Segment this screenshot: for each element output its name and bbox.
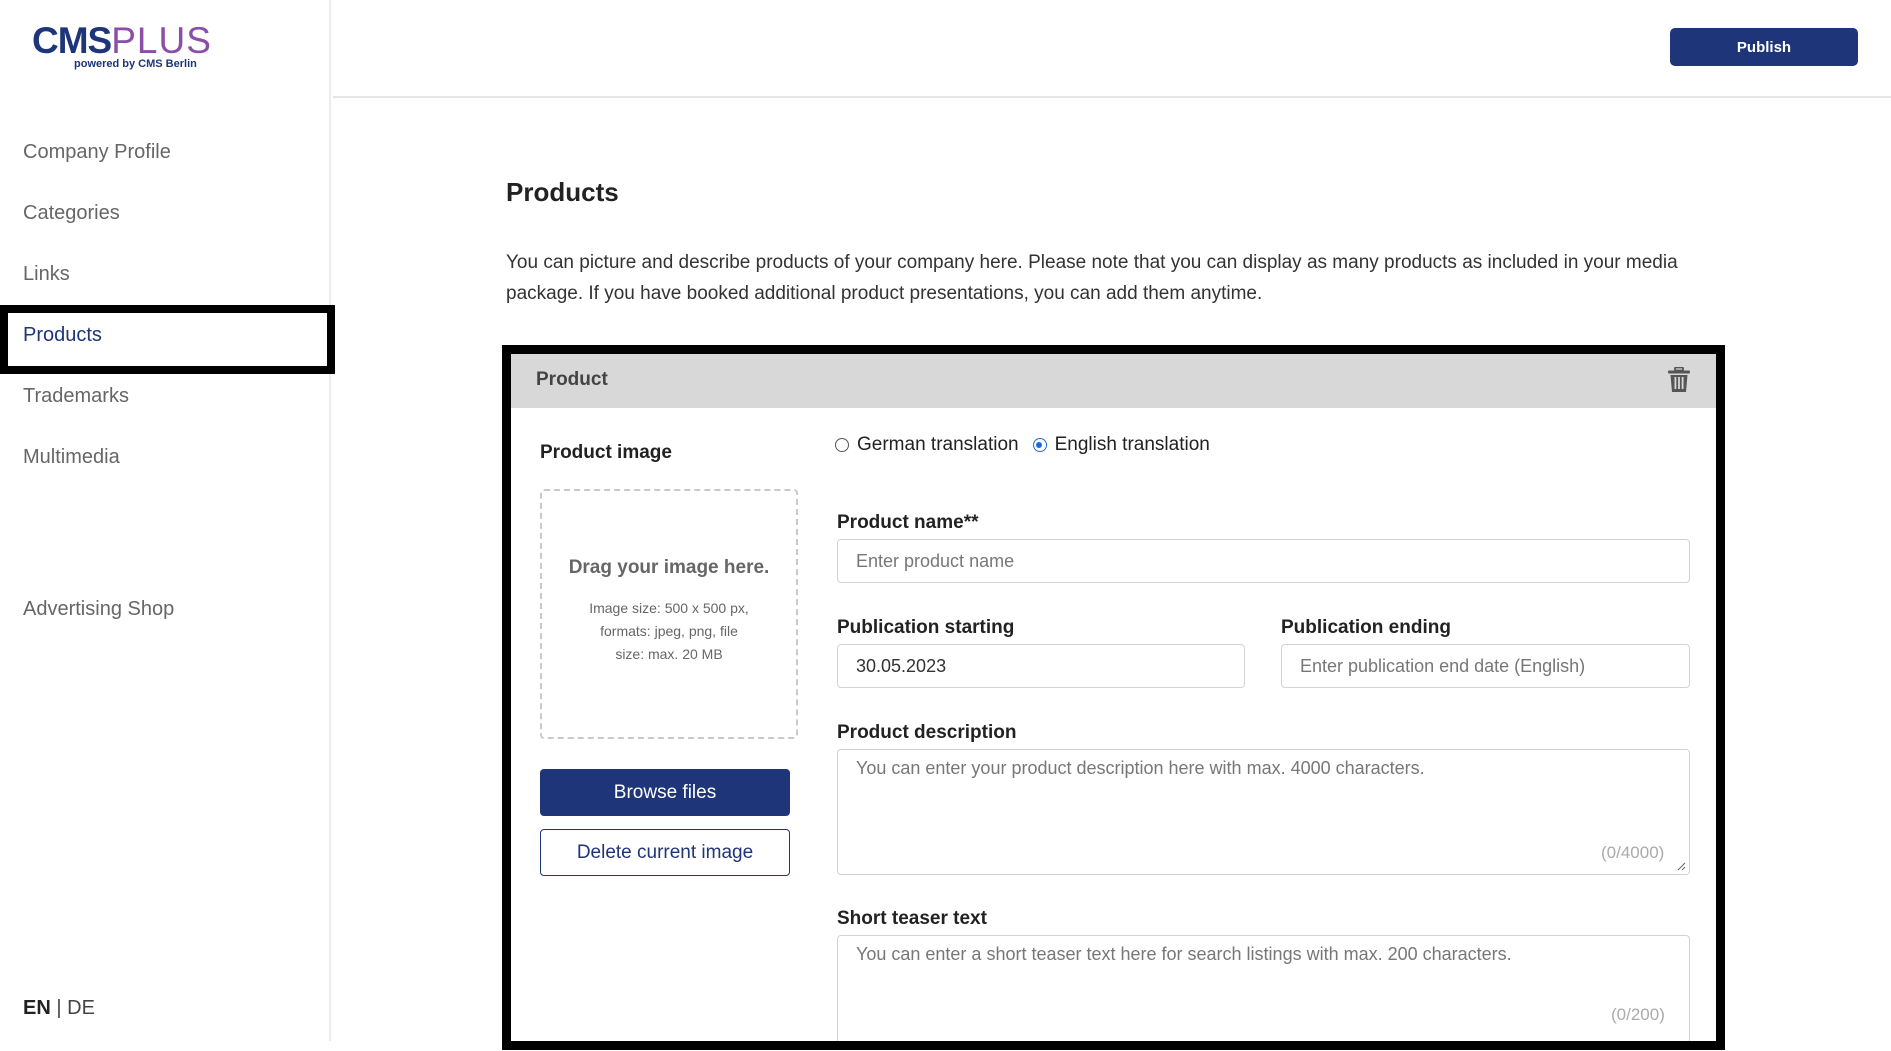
sidebar: CMSPLUS powered by CMS Berlin Company Pr…	[0, 0, 335, 1041]
sidebar-item-company-profile[interactable]: Company Profile	[0, 122, 331, 183]
sidebar-item-categories[interactable]: Categories	[0, 183, 331, 244]
product-description-label: Product description	[837, 722, 1017, 743]
trash-icon[interactable]	[1668, 367, 1690, 393]
logo-plus: PLUS	[111, 20, 212, 61]
resize-handle-icon[interactable]	[1677, 862, 1686, 871]
german-translation-label[interactable]: German translation	[857, 434, 1019, 456]
sidebar-item-links[interactable]: Links	[0, 244, 331, 305]
publication-starting-label: Publication starting	[837, 617, 1015, 638]
cms-plus-logo[interactable]: CMSPLUS powered by CMS Berlin	[32, 22, 212, 74]
lang-de[interactable]: DE	[67, 997, 95, 1019]
description-char-counter: (0/4000)	[1601, 843, 1665, 862]
product-name-label: Product name**	[837, 512, 979, 533]
product-name-input[interactable]	[837, 539, 1690, 583]
sidebar-nav: Company Profile Categories Links Product…	[0, 122, 335, 488]
product-card: Product Product image Drag your image he…	[502, 345, 1725, 1050]
lang-en[interactable]: EN	[23, 997, 51, 1019]
logo-tagline: powered by CMS Berlin	[74, 58, 197, 70]
short-teaser-label: Short teaser text	[837, 908, 987, 929]
product-image-label: Product image	[540, 442, 672, 463]
radio-english-translation[interactable]	[1032, 438, 1047, 452]
product-card-header: Product	[511, 354, 1716, 408]
english-translation-label[interactable]: English translation	[1055, 434, 1210, 456]
image-dropzone[interactable]: Drag your image here. Image size: 500 x …	[540, 489, 798, 739]
dropzone-info: Image size: 500 x 500 px, formats: jpeg,…	[589, 600, 749, 662]
sidebar-item-advertising-shop[interactable]: Advertising Shop	[23, 598, 174, 621]
page-intro: You can picture and describe products of…	[506, 252, 1678, 304]
language-switcher: EN | DE	[23, 997, 95, 1020]
radio-german-translation[interactable]	[835, 438, 849, 452]
short-teaser-textarea[interactable]	[837, 935, 1690, 1041]
publication-ending-label: Publication ending	[1281, 617, 1451, 638]
lang-separator: |	[56, 997, 62, 1019]
publication-end-input[interactable]	[1281, 644, 1690, 688]
sidebar-item-trademarks[interactable]: Trademarks	[0, 366, 331, 427]
top-bar: Publish	[333, 0, 1891, 98]
sidebar-item-multimedia[interactable]: Multimedia	[0, 427, 331, 488]
logo-cms: CMS	[32, 20, 112, 61]
product-description-textarea[interactable]	[837, 749, 1690, 875]
page-title: Products	[506, 177, 619, 207]
product-card-title: Product	[536, 369, 608, 390]
sidebar-item-products[interactable]: Products	[0, 305, 335, 374]
delete-current-image-button[interactable]: Delete current image	[540, 829, 790, 876]
browse-files-button[interactable]: Browse files	[540, 769, 790, 816]
dropzone-title: Drag your image here.	[568, 557, 770, 578]
publish-button[interactable]: Publish	[1670, 28, 1858, 66]
logo-wordmark: CMSPLUS	[32, 22, 212, 60]
teaser-char-counter: (0/200)	[1611, 1005, 1665, 1024]
publication-start-input[interactable]	[837, 644, 1245, 688]
translation-radio-group: German translation English translation	[835, 434, 1224, 456]
